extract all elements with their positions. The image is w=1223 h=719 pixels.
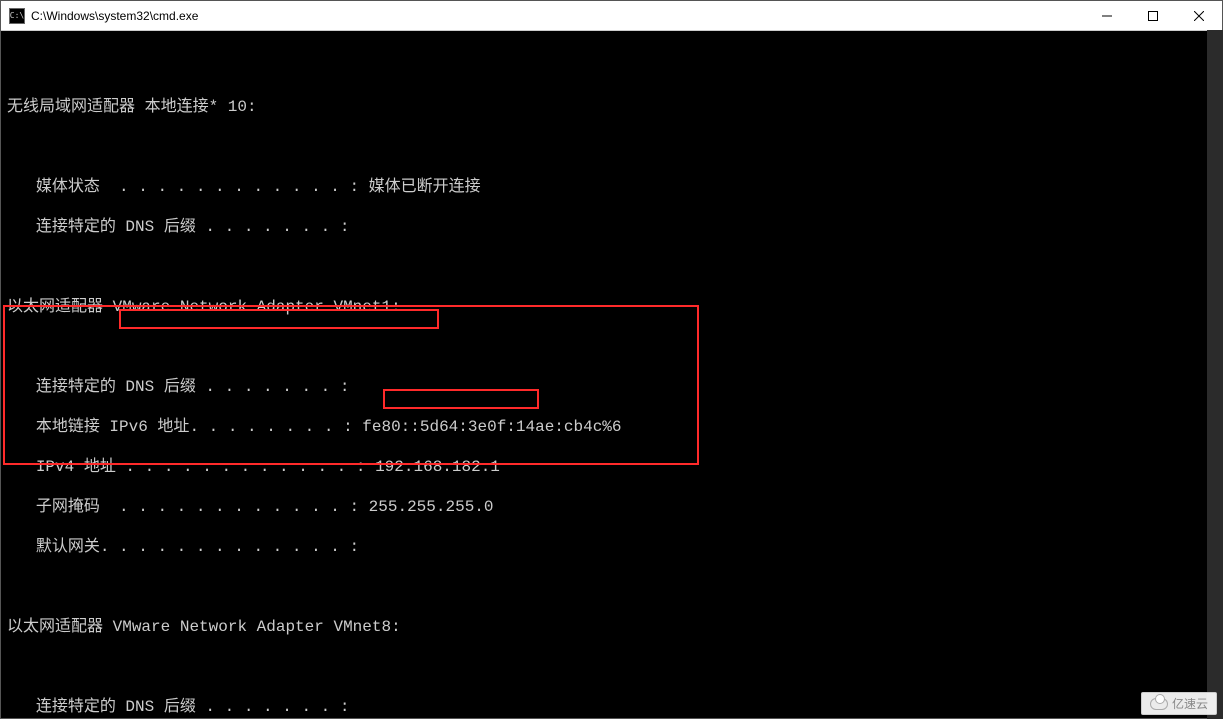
vertical-scrollbar[interactable]: [1207, 30, 1223, 719]
maximize-button[interactable]: [1130, 1, 1176, 31]
cmd-window: C:\ C:\Windows\system32\cmd.exe 无线局域网适配器…: [0, 0, 1223, 719]
field-label: 连接特定的 DNS 后缀: [36, 698, 196, 716]
adapter-name: VMware Network Adapter VMnet1:: [113, 298, 401, 316]
adapter-header-prefix: 以太网适配器: [7, 618, 103, 636]
cmd-icon: C:\: [9, 8, 25, 24]
field-value: fe80::5d64:3e0f:14ae:cb4c%6: [362, 418, 621, 436]
watermark-text: 亿速云: [1172, 695, 1208, 712]
field-label: 子网掩码: [36, 498, 100, 516]
titlebar[interactable]: C:\ C:\Windows\system32\cmd.exe: [1, 1, 1222, 31]
field-label: IPv4 地址: [36, 458, 116, 476]
field-label: 本地链接 IPv6 地址: [36, 418, 190, 436]
watermark-badge: 亿速云: [1141, 692, 1217, 715]
field-value: 媒体已断开连接: [369, 178, 481, 196]
close-button[interactable]: [1176, 1, 1222, 31]
window-title: C:\Windows\system32\cmd.exe: [31, 9, 198, 23]
minimize-button[interactable]: [1084, 1, 1130, 31]
field-label: 连接特定的 DNS 后缀: [36, 378, 196, 396]
console-output[interactable]: 无线局域网适配器 本地连接* 10: 媒体状态 . . . . . . . . …: [1, 31, 1222, 718]
adapter-header: 无线局域网适配器 本地连接* 10:: [7, 98, 257, 116]
field-value: 192.168.182.1: [375, 458, 500, 476]
adapter-header-prefix: 以太网适配器: [7, 298, 103, 316]
field-label: 默认网关: [36, 538, 100, 556]
field-label: 媒体状态: [36, 178, 100, 196]
field-value: 255.255.255.0: [369, 498, 494, 516]
cloud-icon: [1150, 698, 1168, 710]
field-label: 连接特定的 DNS 后缀: [36, 218, 196, 236]
adapter-name-vmnet8: VMware Network Adapter VMnet8:: [113, 618, 401, 636]
